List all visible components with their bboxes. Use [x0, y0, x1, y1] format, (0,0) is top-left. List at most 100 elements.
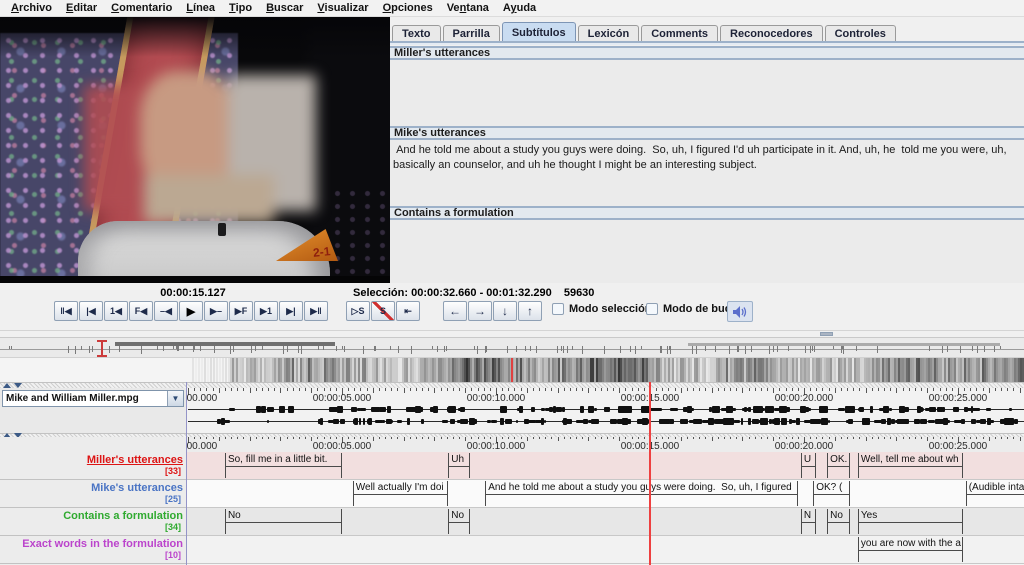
- overview-tick: [877, 346, 878, 353]
- overview-position-cursor[interactable]: [101, 341, 103, 356]
- ruler-tick: [779, 437, 780, 439]
- tab-texto[interactable]: Texto: [392, 25, 441, 41]
- ruler-tick: [1013, 437, 1014, 439]
- tier-row-exact-words-in-the-formulation[interactable]: you are now with the a: [187, 536, 1024, 564]
- chevron-down-icon[interactable]: ▼: [167, 391, 183, 406]
- annotation[interactable]: you are now with the a: [858, 537, 963, 562]
- tab-lexicon[interactable]: Lexicón: [578, 25, 640, 41]
- annotation[interactable]: No: [225, 509, 342, 534]
- menu-linea[interactable]: Línea: [179, 1, 222, 15]
- overview-density-bar[interactable]: [0, 337, 1024, 358]
- section-body-miller-s-utterances[interactable]: [390, 60, 1024, 126]
- tier-down-button[interactable]: ↓: [493, 301, 517, 321]
- overview-tick: [336, 346, 337, 351]
- annotation[interactable]: U: [801, 453, 816, 478]
- checkbox-modo-de-bucle[interactable]: Modo de bucle: [646, 303, 740, 315]
- annotation-text: OK? (: [816, 481, 848, 494]
- tier-label-mike-s-utterances[interactable]: Mike's utterances[25]: [0, 480, 187, 508]
- annotation[interactable]: OK.: [827, 453, 850, 478]
- checkbox-box[interactable]: [552, 303, 564, 315]
- waveform-blob: [531, 407, 535, 412]
- annotation[interactable]: Well, tell me about wh: [858, 453, 963, 478]
- tab-reconocedores[interactable]: Reconocedores: [720, 25, 823, 41]
- menu-visualizar[interactable]: Visualizar: [310, 1, 375, 15]
- tab-parrilla[interactable]: Parrilla: [443, 25, 500, 41]
- waveform-blob: [580, 406, 584, 412]
- ruler-tick: [576, 388, 577, 391]
- previous-annotation-button[interactable]: ←: [443, 301, 467, 321]
- tier-label-exact-words-in-the-formulation[interactable]: Exact words in the formulation[10]: [0, 536, 187, 564]
- tier-row-miller-s-utterances[interactable]: So, fill me in a little bit. Uh U OK. Well, …: [187, 452, 1024, 480]
- next-scrollview-button[interactable]: ▶|: [279, 301, 303, 321]
- annotation[interactable]: Yes: [858, 509, 963, 534]
- section-body-mike-s-utterances[interactable]: And he told me about a study you guys we…: [390, 140, 1024, 206]
- tier-up-button[interactable]: ↑: [518, 301, 542, 321]
- tier-label-contains-a-formulation[interactable]: Contains a formulation[34]: [0, 508, 187, 536]
- ruler-tick: [533, 437, 534, 439]
- waveform-viewer[interactable]: 00:00:00.00000:00:05.00000:00:10.00000:0…: [187, 388, 1024, 433]
- tab-comments[interactable]: Comments: [641, 25, 718, 41]
- playhead-crosshair[interactable]: [649, 382, 651, 565]
- next-annotation-button[interactable]: →: [468, 301, 492, 321]
- section-body-contains-a-formulation[interactable]: [390, 220, 1024, 283]
- overview-tick: [777, 346, 778, 352]
- menu-buscar[interactable]: Buscar: [259, 1, 310, 15]
- menu-tipo[interactable]: Tipo: [222, 1, 259, 15]
- play-selection-button[interactable]: ▷S: [346, 301, 370, 321]
- timeline-ruler[interactable]: 00:00:00.00000:00:05.00000:00:10.00000:0…: [187, 437, 1024, 452]
- annotation[interactable]: N: [801, 509, 816, 534]
- waveform-blob: [848, 419, 853, 424]
- video-player[interactable]: 2-1: [0, 17, 390, 283]
- annotation[interactable]: No: [827, 509, 850, 534]
- ruler-tick: [632, 437, 633, 439]
- annotation[interactable]: So, fill me in a little bit.: [225, 453, 342, 478]
- media-file-dropdown[interactable]: Mike and William Miller.mpg ▼: [2, 390, 184, 407]
- tier-label-miller-s-utterances[interactable]: Miller's utterances[33]: [0, 452, 187, 480]
- ruler-tick: [983, 437, 984, 439]
- annotation-rows[interactable]: So, fill me in a little bit. Uh U OK. Well, …: [187, 452, 1024, 565]
- frame-backward-button[interactable]: F◀: [129, 301, 153, 321]
- ruler-tick: [243, 388, 244, 391]
- menu-ventana[interactable]: Ventana: [440, 1, 496, 15]
- elan-window: ArchivoEditarComentarioLíneaTipoBuscarVi…: [0, 0, 1024, 565]
- annotation[interactable]: No: [448, 509, 470, 534]
- ruler-tick: [428, 437, 429, 439]
- ruler-tick: [268, 388, 269, 391]
- menu-comentario[interactable]: Comentario: [104, 1, 179, 15]
- previous-scrollview-button[interactable]: |◀: [79, 301, 103, 321]
- overview-tick: [81, 346, 82, 350]
- pixel-forward-button[interactable]: ▶–: [204, 301, 228, 321]
- checkbox-modo-seleccion[interactable]: Modo selección: [552, 303, 652, 315]
- annotation[interactable]: (Audible inta: [966, 481, 1024, 506]
- ruler-tick: [681, 388, 682, 393]
- menu-ayuda[interactable]: Ayuda: [496, 1, 543, 15]
- horizontal-splitter[interactable]: [0, 330, 1024, 337]
- menu-archivo[interactable]: Archivo: [4, 1, 59, 15]
- annotation[interactable]: OK? (: [813, 481, 850, 506]
- ruler-tick: [360, 388, 361, 391]
- go-to-end-button[interactable]: ▶‖: [304, 301, 328, 321]
- menu-editar[interactable]: Editar: [59, 1, 104, 15]
- annotation[interactable]: Uh: [448, 453, 470, 478]
- ruler-tick: [397, 437, 398, 439]
- tab-controles[interactable]: Controles: [825, 25, 896, 41]
- checkbox-box[interactable]: [646, 303, 658, 315]
- annotation[interactable]: Well actually I'm doi: [353, 481, 448, 506]
- ruler-tick: [693, 388, 694, 391]
- volume-button[interactable]: [727, 301, 753, 322]
- tier-row-mike-s-utterances[interactable]: Well actually I'm doi And he told me abou…: [187, 480, 1024, 508]
- menu-opciones[interactable]: Opciones: [376, 1, 440, 15]
- tier-row-contains-a-formulation[interactable]: No No N No Yes: [187, 508, 1024, 536]
- frame-forward-button[interactable]: ▶F: [229, 301, 253, 321]
- go-to-begin-button[interactable]: ‖◀: [54, 301, 78, 321]
- waveform-blob: [279, 406, 286, 413]
- selection-boundary-button[interactable]: ⇤: [396, 301, 420, 321]
- annotation[interactable]: And he told me about a study you guys we…: [485, 481, 798, 506]
- second-backward-button[interactable]: 1◀: [104, 301, 128, 321]
- splitter-handle[interactable]: [820, 332, 833, 336]
- tab-subtitulos[interactable]: Subtítulos: [502, 22, 576, 41]
- play-pause-button[interactable]: ▶: [179, 301, 203, 321]
- clear-selection-button[interactable]: S: [371, 301, 395, 321]
- second-forward-button[interactable]: ▶1: [254, 301, 278, 321]
- pixel-backward-button[interactable]: –◀: [154, 301, 178, 321]
